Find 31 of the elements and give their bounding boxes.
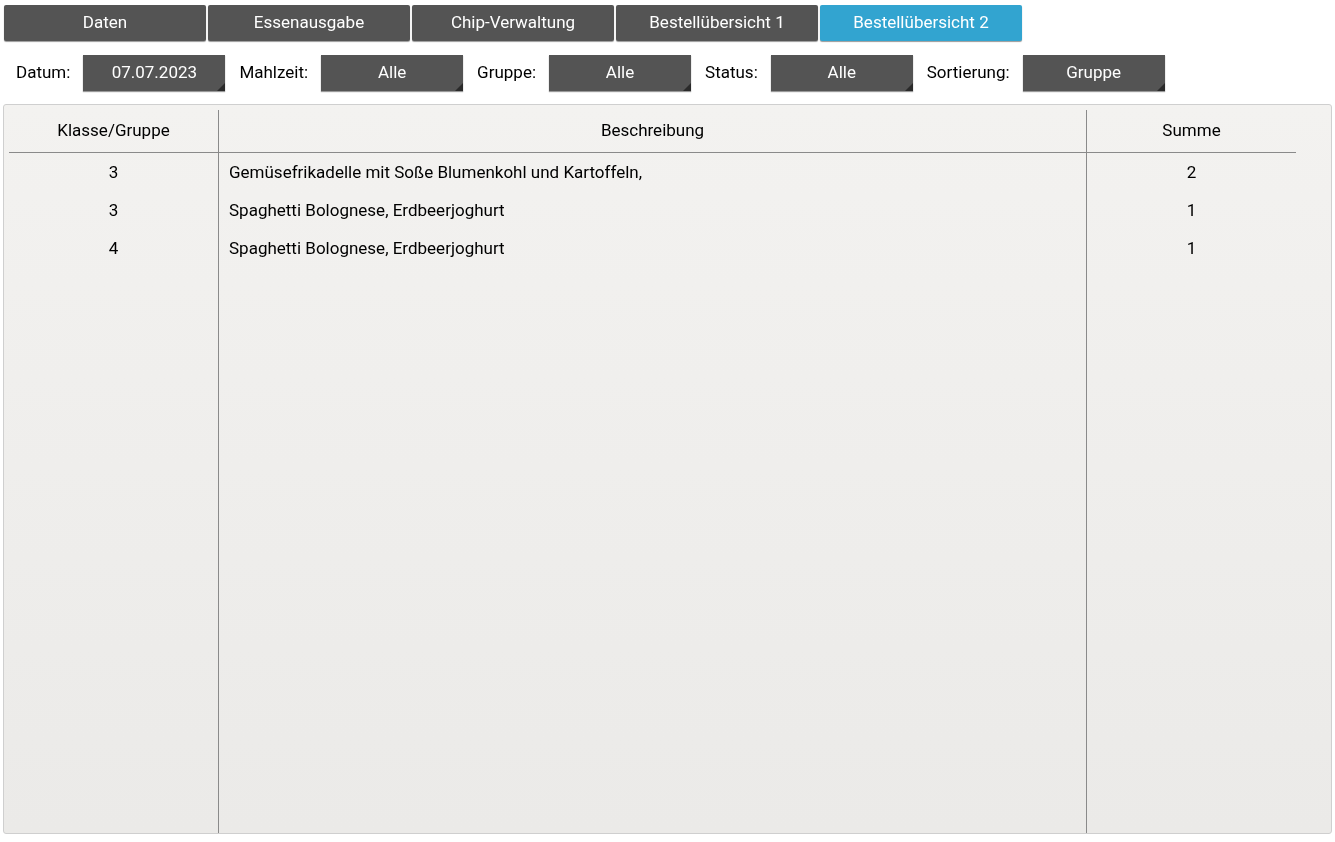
table-cell-text: 2 bbox=[1186, 161, 1197, 185]
filter-label: Mahlzeit: bbox=[239, 61, 309, 85]
filter-label: Gruppe: bbox=[477, 61, 537, 85]
table-cell-text: 1 bbox=[1186, 199, 1197, 223]
table-cell-text: 3 bbox=[108, 199, 119, 223]
corner-triangle-icon bbox=[904, 83, 913, 91]
corner-triangle-icon bbox=[683, 83, 692, 91]
corner-triangle-icon bbox=[217, 83, 226, 91]
filter-label: Sortierung: bbox=[926, 61, 1010, 85]
column-header: Summe bbox=[1086, 110, 1296, 152]
tab[interactable]: Chip-Verwaltung bbox=[412, 5, 614, 41]
column-header: Klasse/Gruppe bbox=[56, 119, 171, 143]
dropdown[interactable]: Alle bbox=[321, 55, 464, 91]
dropdown[interactable]: 07.07.2023 bbox=[83, 55, 226, 91]
table-cell-text: Gemüsefrikadelle mit Soße Blumenkohl und Kartoffeln, bbox=[229, 161, 643, 185]
filter-label: Datum: bbox=[16, 61, 71, 85]
tab[interactable]: Bestellübersicht 1 bbox=[616, 5, 818, 41]
column-header: Beschreibung bbox=[218, 110, 1086, 152]
tab[interactable]: Essenausgabe bbox=[208, 5, 410, 41]
table-cell-text: 1 bbox=[1186, 237, 1197, 261]
table-cell-text: 4 bbox=[108, 237, 119, 261]
table-cell-text: Spaghetti Bolognese, Erdbeerjoghurt bbox=[229, 237, 505, 261]
table-cell-text: 3 bbox=[108, 161, 119, 185]
table-cell-text: Spaghetti Bolognese, Erdbeerjoghurt bbox=[229, 199, 505, 223]
corner-triangle-icon bbox=[455, 83, 464, 91]
corner-triangle-icon bbox=[1156, 83, 1165, 91]
tab[interactable]: Daten bbox=[4, 5, 206, 41]
dropdown[interactable]: Alle bbox=[549, 55, 692, 91]
filter-label: Status: bbox=[705, 61, 758, 85]
dropdown[interactable]: Gruppe bbox=[1022, 55, 1165, 91]
dropdown[interactable]: Alle bbox=[770, 55, 913, 91]
